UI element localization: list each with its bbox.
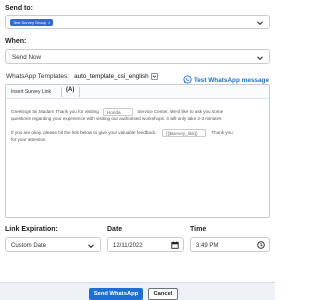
whatsapp-templates-row: WhatsApp Templates: auto_template_csi_en… bbox=[6, 72, 158, 81]
time-label: Time bbox=[190, 226, 207, 233]
message-line-4: for your attention bbox=[11, 137, 46, 142]
time-value: 3:49 PM bbox=[196, 243, 219, 249]
survey-link-input[interactable]: {{$survey_link}} bbox=[162, 129, 207, 137]
when-label: When: bbox=[5, 38, 27, 45]
whatsapp-templates-label: WhatsApp Templates: bbox=[6, 73, 70, 80]
message-text: Greetings Sir,Madam Thank you for visiti… bbox=[11, 109, 99, 115]
test-whatsapp-label: Test WhatsApp message bbox=[193, 76, 269, 84]
date-value: 12/11/2022 bbox=[113, 243, 143, 249]
link-expiration-value: Custom Date bbox=[11, 243, 47, 249]
template-name[interactable]: auto_template_csi_english bbox=[74, 73, 149, 80]
cancel-button[interactable]: Cancel bbox=[148, 288, 178, 300]
message-line-1: Greetings Sir,Madam Thank you for visiti… bbox=[11, 108, 223, 116]
recipient-tag-label: Test Survey Group bbox=[13, 20, 47, 25]
insert-survey-link-button[interactable]: Insert Survey Link bbox=[11, 88, 51, 96]
send-whatsapp-button[interactable]: Send WhatsApp bbox=[89, 288, 143, 300]
message-editor[interactable]: Insert Survey Link (A) Greetings Sir,Mad… bbox=[5, 84, 270, 218]
remove-tag-icon[interactable]: × bbox=[48, 20, 50, 25]
send-to-field[interactable]: Test Survey Group × bbox=[5, 15, 270, 29]
chevron-down-icon[interactable] bbox=[256, 19, 264, 27]
time-input[interactable]: 3:49 PM bbox=[190, 237, 270, 252]
message-line-2: questions regarding your experience with… bbox=[11, 116, 222, 121]
message-line-3: If you are okay, please hit the link bel… bbox=[11, 129, 233, 137]
date-input[interactable]: 12/11/2022 bbox=[107, 237, 184, 252]
toolbar-divider bbox=[61, 87, 62, 97]
chevron-down-icon[interactable] bbox=[256, 54, 264, 62]
toolbar-divider bbox=[79, 87, 80, 97]
when-value: Send Now bbox=[12, 54, 42, 61]
send-to-label: Send to: bbox=[5, 5, 33, 12]
recipient-tag: Test Survey Group × bbox=[10, 19, 54, 26]
when-select[interactable]: Send Now bbox=[5, 49, 270, 64]
editor-toolbar: Insert Survey Link (A) bbox=[6, 85, 269, 99]
clock-icon[interactable] bbox=[257, 241, 265, 249]
font-style-icon[interactable]: (A) bbox=[66, 87, 74, 93]
message-text: Thank you bbox=[211, 130, 233, 136]
message-text: Service Center. We'd like to ask you som… bbox=[137, 109, 224, 115]
link-expiration-label: Link Expiration: bbox=[5, 226, 58, 233]
date-label: Date bbox=[107, 226, 123, 233]
dealer-name-input[interactable]: Honda bbox=[103, 108, 134, 116]
message-text: If you are okay, please hit the link bel… bbox=[11, 130, 157, 136]
dialog-footer: Send WhatsApp Cancel bbox=[0, 282, 275, 300]
template-dropdown-icon[interactable] bbox=[150, 73, 158, 80]
link-expiration-select[interactable]: Custom Date bbox=[5, 237, 101, 252]
chevron-down-icon[interactable] bbox=[87, 242, 95, 250]
calendar-icon[interactable] bbox=[171, 241, 179, 249]
